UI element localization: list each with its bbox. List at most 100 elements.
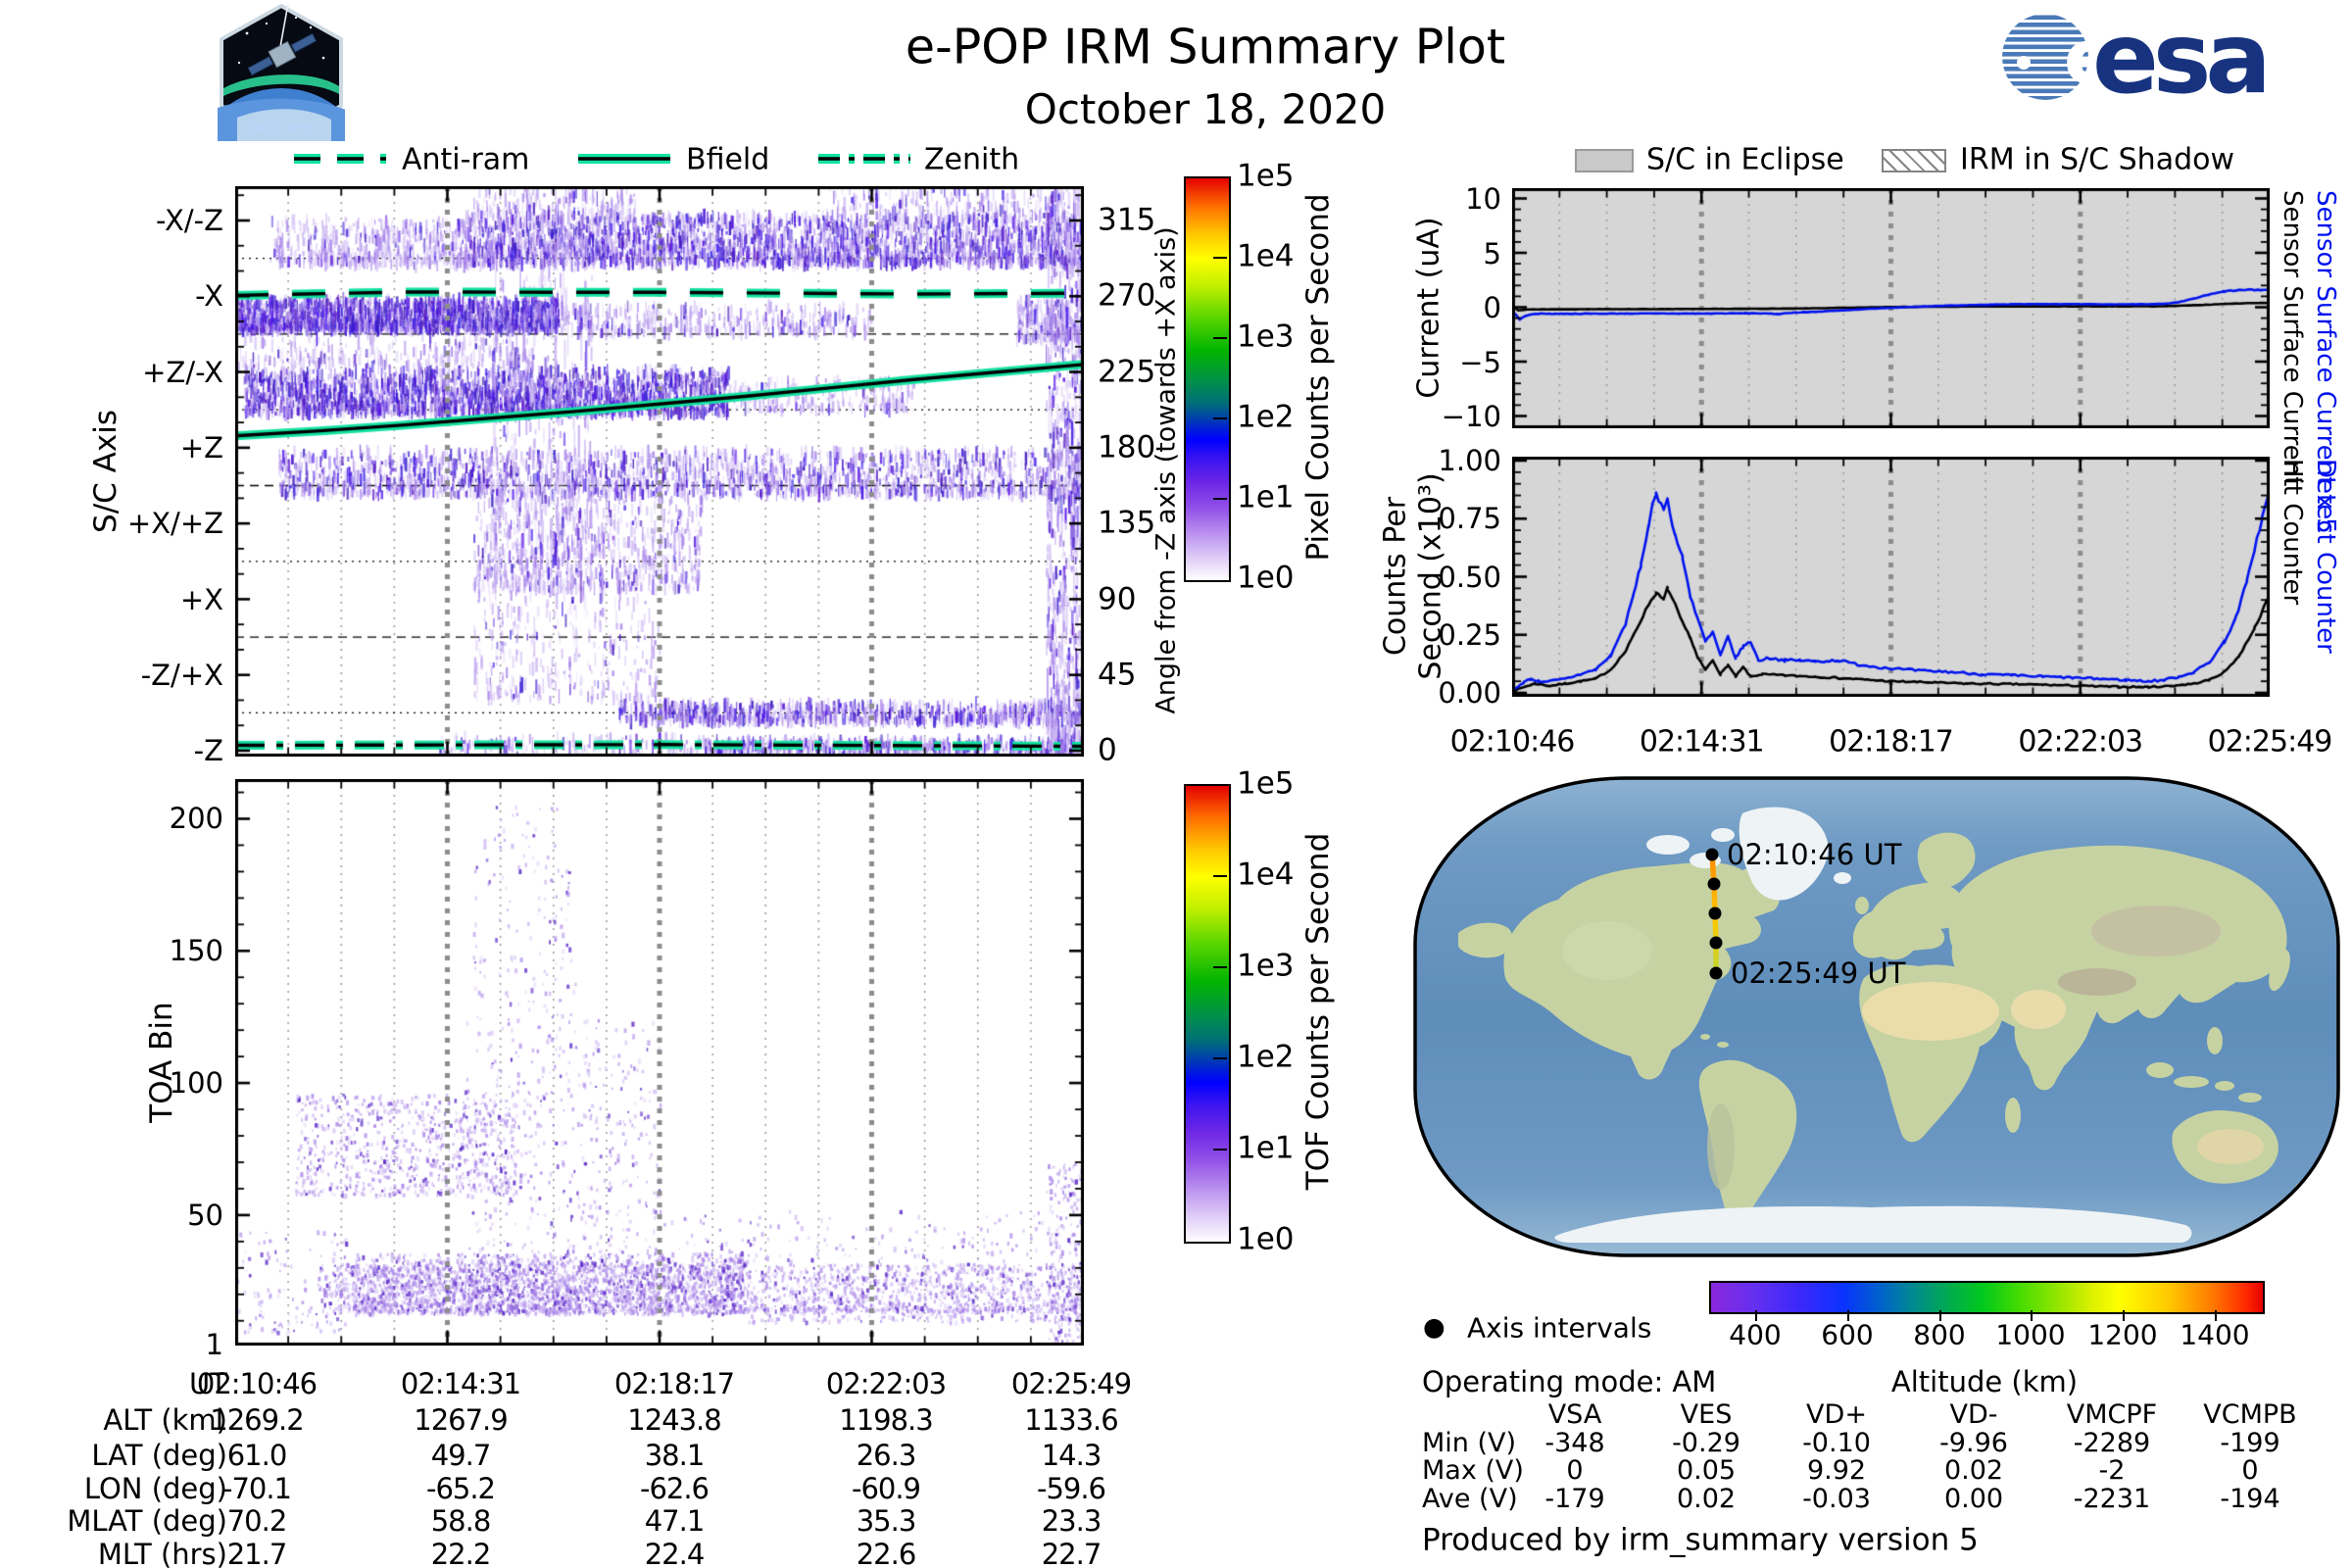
tof-colorbar-tick-label: 1e2 xyxy=(1237,1039,1295,1075)
altitude-tick-mark xyxy=(2123,1310,2125,1321)
info-table-value: 49.7 xyxy=(430,1438,492,1472)
info-table-value: 23.3 xyxy=(1041,1503,1102,1538)
toa-y-axis-title: TOA Bin xyxy=(144,1002,179,1123)
current-ytick-label: −10 xyxy=(1441,399,1501,433)
info-table-value: 22.4 xyxy=(644,1537,706,1568)
spectro-right-ytick-label: 315 xyxy=(1098,202,1156,238)
altitude-tick-mark xyxy=(2215,1310,2217,1321)
tof-colorbar-tick-label: 1e4 xyxy=(1237,857,1295,893)
counters-canvas xyxy=(1512,457,2270,697)
spectro-right-ytick-label: 0 xyxy=(1098,732,1117,768)
info-table-value: 22.6 xyxy=(856,1537,917,1568)
eclipse-legend-label: S/C in Eclipse xyxy=(1646,142,1844,177)
counts-right-label-black: Hit Counter xyxy=(2278,459,2307,606)
info-table-row-label: MLAT (deg) xyxy=(67,1503,227,1538)
epop-irm-summary-plot: CASSIOPE e-POP IRM Summary Plot October … xyxy=(0,0,2352,1568)
right-time-tick-label: 02:22:03 xyxy=(2018,724,2143,760)
right-time-tick-label: 02:25:49 xyxy=(2207,724,2333,760)
antiram-legend-label: Anti-ram xyxy=(402,142,530,177)
page-title: e-POP IRM Summary Plot xyxy=(905,19,1506,75)
volt-table-header: VES xyxy=(1680,1398,1733,1430)
axis-interval-dot xyxy=(1705,848,1719,861)
altitude-colorbar-label: Altitude (km) xyxy=(1890,1364,2079,1398)
tof-counts-colorbar xyxy=(1184,784,1231,1244)
spectro-right-ytick-label: 135 xyxy=(1098,505,1156,541)
toa-ytick-label: 100 xyxy=(169,1065,223,1100)
info-table-value: -60.9 xyxy=(851,1471,921,1505)
spectro-ytick-label: +Z xyxy=(179,430,223,465)
current-ytick-label: 10 xyxy=(1465,181,1501,216)
pixel-colorbar-tick-label: 1e3 xyxy=(1237,318,1295,355)
volt-table-value: 9.92 xyxy=(1806,1454,1867,1486)
spectro-ytick-label: +X/+Z xyxy=(126,506,223,540)
info-table-value: 14.3 xyxy=(1041,1438,1102,1472)
altitude-tick-label: 400 xyxy=(1729,1318,1782,1351)
volt-table-value: -348 xyxy=(1544,1427,1605,1458)
current-ytick-label: 5 xyxy=(1483,236,1501,270)
tof-colorbar-tick-label: 1e0 xyxy=(1237,1221,1295,1257)
info-table-value: 02:10:46 xyxy=(196,1366,318,1400)
colorbar-tick-mark xyxy=(1213,337,1227,339)
altitude-tick-label: 1200 xyxy=(2087,1318,2158,1351)
altitude-tick-mark xyxy=(1755,1310,1757,1321)
current-ytick-label: 0 xyxy=(1483,290,1501,324)
track-end-time-label: 02:25:49 UT xyxy=(1731,956,1906,990)
info-table-value: 22.7 xyxy=(1041,1537,1102,1568)
pixel-counts-colorbar xyxy=(1184,176,1231,582)
info-table-row-label: ALT (km) xyxy=(103,1402,227,1437)
info-table-value: -65.2 xyxy=(425,1471,496,1505)
pixel-colorbar-tick-label: 1e5 xyxy=(1237,158,1295,194)
shadow-legend-swatch xyxy=(1882,149,1946,172)
info-table-value: -59.6 xyxy=(1036,1471,1106,1505)
axis-interval-dot xyxy=(1709,966,1723,980)
antiram-legend-sample xyxy=(294,154,386,164)
spectro-right-ytick-label: 270 xyxy=(1098,278,1156,315)
bfield-legend-sample xyxy=(578,154,670,164)
altitude-tick-mark xyxy=(1847,1310,1849,1321)
volt-table-value: -2231 xyxy=(2073,1483,2151,1514)
counts-ytick-label: 0.25 xyxy=(1438,617,1501,652)
info-table-value: 47.1 xyxy=(644,1503,706,1538)
volt-table-value: -0.10 xyxy=(1802,1427,1871,1458)
toa-ytick-label: 150 xyxy=(169,933,223,967)
info-table-row-label: LAT (deg) xyxy=(91,1438,227,1472)
colorbar-tick-mark xyxy=(1213,498,1227,500)
esa-wordmark: esa xyxy=(2092,8,2266,106)
volt-table-header: VCMPB xyxy=(2203,1398,2297,1430)
zenith-legend-label: Zenith xyxy=(924,142,1020,177)
volt-table-value: 0.02 xyxy=(1676,1483,1737,1514)
produced-by-label: Produced by irm_summary version 5 xyxy=(1422,1522,1979,1558)
info-table-value: 22.2 xyxy=(430,1537,492,1568)
eclipse-legend-swatch xyxy=(1575,149,1634,172)
spectro-ytick-label: +X xyxy=(179,582,223,616)
volt-table-value: -194 xyxy=(2220,1483,2280,1514)
page-subtitle-date: October 18, 2020 xyxy=(1024,84,1387,133)
counts-right-label-blue: Detect Counter xyxy=(2311,459,2340,654)
counts-y-axis-title-line1: Counts Per xyxy=(1378,496,1413,657)
volt-table-value: -9.96 xyxy=(1939,1427,2008,1458)
pixel-counts-colorbar-label: Pixel Counts per Second xyxy=(1300,193,1336,562)
altitude-colorbar xyxy=(1709,1281,2265,1314)
volt-table-value: 0.02 xyxy=(1943,1454,2004,1486)
current-ytick-label: −5 xyxy=(1459,345,1501,379)
right-time-tick-label: 02:18:17 xyxy=(1829,724,1954,760)
info-table-row-label: LON (deg) xyxy=(83,1471,227,1505)
info-table-value: 38.1 xyxy=(644,1438,706,1472)
altitude-tick-mark xyxy=(1939,1310,1941,1321)
volt-table-header: VD+ xyxy=(1806,1398,1867,1430)
volt-table-value: 0.05 xyxy=(1676,1454,1737,1486)
info-table-value: 1198.3 xyxy=(839,1402,933,1437)
altitude-tick-label: 1000 xyxy=(1995,1318,2066,1351)
info-table-value: 02:22:03 xyxy=(825,1366,947,1400)
volt-table-value: 0 xyxy=(1566,1454,1584,1486)
zenith-legend-sample xyxy=(818,154,910,164)
spectro-ytick-label: -X/-Z xyxy=(156,203,223,237)
volt-table-value: -179 xyxy=(1544,1483,1605,1514)
axis-interval-dot xyxy=(1709,936,1723,950)
volt-table-value: 0.00 xyxy=(1943,1483,2004,1514)
pixel-colorbar-tick-label: 1e0 xyxy=(1237,560,1295,596)
axis-interval-dot xyxy=(1707,877,1721,891)
sc-axis-spectrogram-canvas xyxy=(235,186,1084,757)
spectro-y-axis-title: S/C Axis xyxy=(88,410,123,533)
shadow-legend-label: IRM in S/C Shadow xyxy=(1960,142,2235,177)
